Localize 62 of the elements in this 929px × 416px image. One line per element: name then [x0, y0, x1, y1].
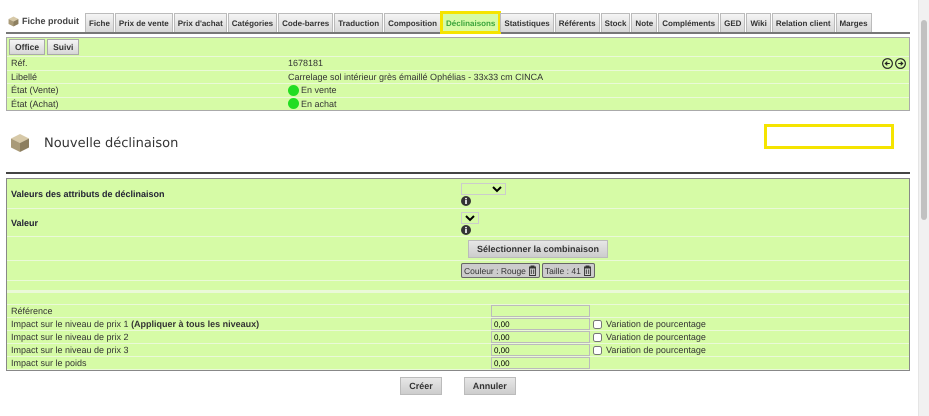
tab[interactable]: Catégories: [228, 13, 278, 32]
chip-label: Taille : 41: [544, 266, 581, 276]
scrollbar-thumb[interactable]: [921, 20, 927, 220]
checkbox-label: Variation de pourcentage: [606, 319, 706, 329]
tab[interactable]: Statistiques: [500, 13, 554, 32]
tab[interactable]: Prix d'achat: [174, 13, 227, 32]
tab[interactable]: Référents: [554, 13, 600, 32]
page-title: Nouvelle déclinaison: [44, 136, 178, 150]
next-icon[interactable]: [895, 58, 906, 69]
box-icon: [8, 16, 19, 26]
tab[interactable]: Stock: [600, 13, 630, 32]
field-label: Référence: [11, 306, 54, 316]
checkbox-label: Variation de pourcentage: [606, 332, 706, 342]
select-combination-button[interactable]: Sélectionner la combinaison: [468, 240, 608, 258]
input-field[interactable]: 0,00: [491, 318, 590, 330]
checkbox[interactable]: [593, 346, 602, 354]
field-label: Impact sur le niveau de prix 3: [11, 345, 130, 355]
info-icon: [461, 225, 471, 235]
attribute-select[interactable]: [461, 183, 506, 195]
tab[interactable]: Code-barres: [278, 13, 334, 32]
tab[interactable]: Relation client: [772, 13, 835, 32]
tab[interactable]: GED: [720, 13, 746, 32]
trash-icon[interactable]: [582, 265, 592, 276]
attribute-select[interactable]: [461, 212, 479, 224]
info-icon: [461, 196, 471, 206]
sub-tab[interactable]: Suivi: [47, 39, 80, 55]
chip-label: Couleur : Rouge: [464, 266, 526, 276]
input-field[interactable]: 0,00: [491, 344, 590, 356]
field-label: État (Vente): [11, 85, 60, 96]
tab[interactable]: Composition: [384, 13, 442, 32]
field-value: Carrelage sol intérieur grès émaillé Ophélias - 33x33 cm CINCA: [288, 72, 544, 82]
checkbox-label: Variation de pourcentage: [606, 345, 706, 355]
tab[interactable]: Fiche: [85, 13, 114, 32]
input-field[interactable]: [491, 305, 590, 317]
tab[interactable]: Prix de vente: [114, 13, 173, 32]
field-label: Impact sur le poids: [11, 358, 88, 368]
tab[interactable]: Traduction: [334, 13, 384, 32]
checkbox[interactable]: [593, 332, 602, 342]
action-button[interactable]: Créer: [400, 377, 442, 395]
field-label: État (Achat): [11, 98, 60, 109]
field-label: Impact sur le niveau de prix 2: [11, 332, 130, 342]
trash-icon[interactable]: [528, 265, 537, 276]
field-label: Libellé: [11, 72, 38, 82]
input-field[interactable]: 0,00: [491, 357, 590, 369]
previous-icon[interactable]: [882, 58, 893, 69]
page-header-title: Fiche produit: [22, 16, 79, 26]
sub-tab[interactable]: Office: [9, 39, 46, 55]
field-value: En vente: [301, 85, 337, 96]
action-button[interactable]: Annuler: [464, 377, 516, 395]
tab[interactable]: Marges: [836, 13, 872, 32]
field-value: 1678181: [288, 58, 324, 68]
field-label: Réf.: [11, 58, 29, 68]
checkbox[interactable]: [593, 320, 602, 328]
input-field[interactable]: 0,00: [491, 331, 590, 343]
tab[interactable]: Compléments: [658, 13, 720, 32]
tab[interactable]: Note: [631, 13, 658, 32]
tab[interactable]: Wiki: [746, 13, 771, 32]
box-icon: [10, 133, 30, 153]
field-label: Valeurs des attributs de déclinaison: [11, 188, 166, 198]
field-label: Valeur: [11, 218, 40, 228]
field-value: En achat: [301, 98, 337, 109]
field-label: Impact sur le niveau de prix 1 (Appliquer à tous les niveaux): [11, 319, 260, 329]
